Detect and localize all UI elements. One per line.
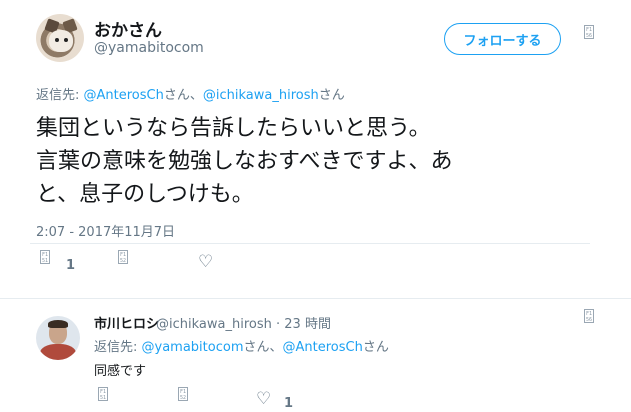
reply-to-suffix: さん: [362, 340, 389, 355]
divider: [30, 243, 590, 244]
reply-icon[interactable]: F1 51: [40, 250, 50, 264]
tweet-timestamp[interactable]: 2:07 - 2017年11月7日: [36, 221, 175, 240]
meta-dot: ·: [276, 317, 281, 332]
reply-to-prefix: 返信先:: [36, 88, 84, 103]
reply-to-user-link[interactable]: @AnterosCh: [84, 88, 164, 103]
reply-age[interactable]: 23 時間: [284, 317, 331, 332]
reply-to-user-link[interactable]: @ichikawa_hirosh: [203, 88, 319, 103]
author-handle[interactable]: @yamabitocom: [94, 40, 204, 56]
reply-to-suffix: さん: [318, 88, 345, 103]
reply-author-avatar[interactable]: [36, 316, 80, 360]
like-icon[interactable]: ♡: [256, 391, 271, 408]
like-icon[interactable]: ♡: [198, 254, 213, 271]
more-options-icon[interactable]: F1 56: [584, 309, 594, 323]
follow-button[interactable]: フォローする: [444, 23, 561, 55]
reply-text: 同感です: [94, 364, 147, 379]
tweet-text-line: 言葉の意味を勉強しなおすべきですよ、あ: [36, 149, 453, 174]
reply-to-prefix: 返信先:: [94, 340, 142, 355]
retweet-icon[interactable]: F1 52: [178, 387, 188, 401]
more-options-icon[interactable]: F1 56: [584, 25, 594, 39]
reply-icon[interactable]: F1 51: [98, 387, 108, 401]
tweet-text-line: と、息子のしつけも。: [36, 182, 254, 207]
reply-to-line: 返信先: @yamabitocomさん、@AnterosChさん: [94, 336, 389, 355]
like-count: 1: [284, 396, 294, 411]
reply-author-meta: @ichikawa_hirosh · 23 時間: [156, 313, 331, 332]
reply-count: 1: [66, 258, 76, 273]
reply-to-user-link[interactable]: @AnterosCh: [283, 340, 363, 355]
reply-to-separator: さん、: [163, 88, 203, 103]
retweet-icon[interactable]: F1 52: [118, 250, 128, 264]
tweet-text: 集団というなら告訴したらいいと思う。 言葉の意味を勉強しなおすべきですよ、あ と…: [36, 112, 596, 211]
thread-separator: [0, 298, 631, 299]
reply-to-line: 返信先: @AnterosChさん、@ichikawa_hiroshさん: [36, 84, 345, 103]
author-name[interactable]: おかさん: [94, 16, 162, 41]
author-avatar[interactable]: [36, 14, 84, 62]
reply-to-user-link[interactable]: @yamabitocom: [142, 340, 244, 355]
reply-author-name[interactable]: 市川ヒロシ: [94, 313, 159, 332]
reply-to-separator: さん、: [243, 340, 283, 355]
reply-author-handle[interactable]: @ichikawa_hirosh: [156, 317, 272, 332]
tweet-text-line: 集団というなら告訴したらいいと思う。: [36, 116, 431, 141]
